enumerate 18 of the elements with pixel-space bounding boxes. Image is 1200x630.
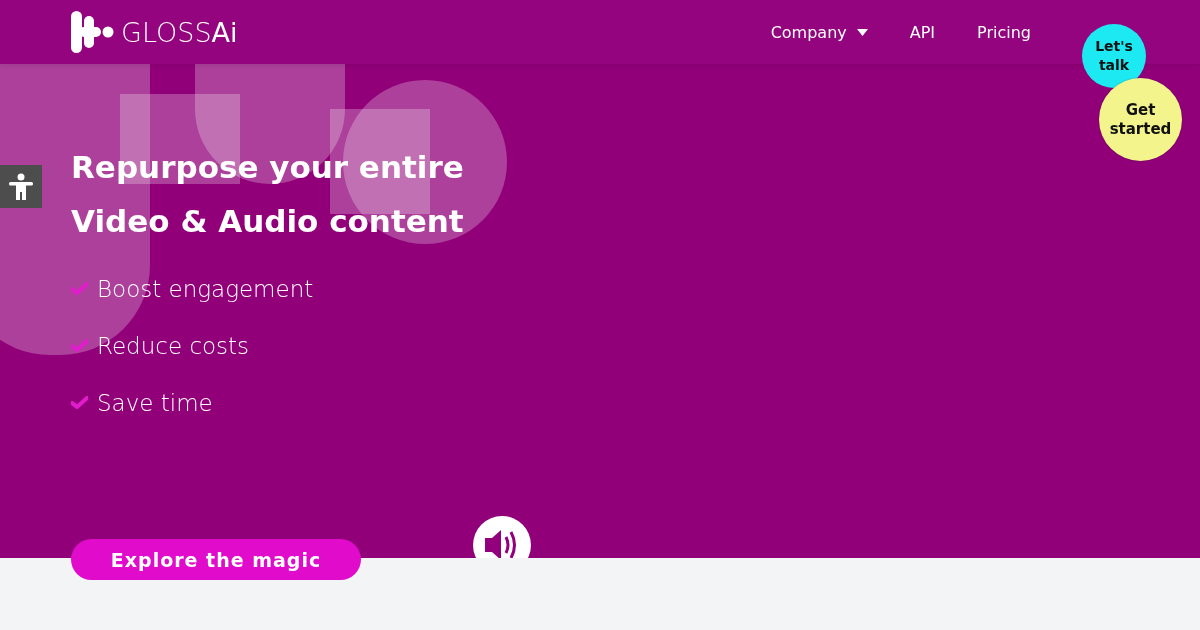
nav-link[interactable]: Company: [770, 22, 868, 42]
check-icon: [71, 339, 88, 352]
accessibility-button[interactable]: [0, 165, 42, 208]
nav-link[interactable]: API: [909, 22, 936, 42]
headline: Video & Audio content: [71, 202, 464, 241]
logo-wordmark[interactable]: GLOSSAi: [121, 16, 238, 48]
logo-icon: [71, 11, 115, 53]
nav-link[interactable]: Pricing: [977, 22, 1031, 42]
check-icon: [71, 282, 88, 295]
benefit-text: Save time: [97, 389, 213, 416]
headline: Repurpose your entire: [71, 148, 464, 187]
benefit-text: Boost engagement: [97, 275, 314, 302]
accessibility-icon: [8, 172, 34, 201]
benefit-text: Reduce costs: [97, 332, 250, 359]
explore-button[interactable]: Explore the magic: [71, 539, 361, 580]
speaker-icon[interactable]: [473, 516, 531, 558]
caret-icon: [856, 28, 868, 36]
check-icon: [71, 396, 88, 409]
